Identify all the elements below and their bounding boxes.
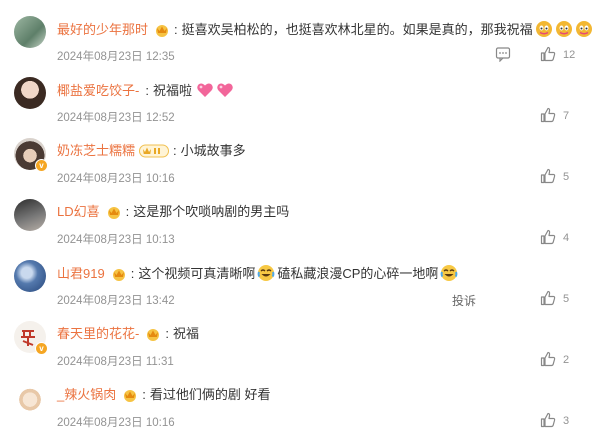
username[interactable]: 奶冻芝士糯糯 bbox=[57, 143, 135, 158]
crown-badge-icon bbox=[111, 267, 127, 286]
avatar[interactable] bbox=[14, 260, 46, 292]
username[interactable]: 春天里的花花- bbox=[57, 326, 139, 341]
comment-time: 2024年08月23日 13:42 bbox=[57, 295, 175, 307]
member-level-badge-icon bbox=[139, 144, 170, 163]
comment-time: 2024年08月23日 12:52 bbox=[57, 112, 175, 124]
username[interactable]: 山君919 bbox=[57, 266, 105, 281]
reply-icon[interactable] bbox=[495, 46, 511, 67]
comment-item: 最好的少年那时: 挺喜欢吴柏松的，也挺喜欢林北星的。如果是真的，那我祝福 2024… bbox=[0, 14, 600, 74]
laugh-cry-emoji-icon bbox=[257, 264, 275, 287]
comment-text-part: 这个视频可真清晰啊 bbox=[138, 266, 256, 281]
comment-time: 2024年08月23日 10:16 bbox=[57, 417, 175, 429]
laugh-cry-emoji-icon bbox=[440, 264, 458, 287]
like-count: 12 bbox=[563, 49, 576, 61]
like-count: 3 bbox=[563, 415, 570, 427]
avatar[interactable] bbox=[14, 382, 46, 414]
comment-text: 祝福 bbox=[172, 326, 199, 341]
avatar[interactable] bbox=[14, 16, 46, 48]
like-icon[interactable] bbox=[540, 290, 556, 311]
doge-emoji-icon bbox=[555, 20, 573, 43]
username[interactable]: 椰盐爱吃饺子- bbox=[57, 83, 139, 98]
like-icon[interactable] bbox=[540, 168, 556, 189]
comment-time: 2024年08月23日 10:16 bbox=[57, 173, 175, 185]
verified-badge-icon: v bbox=[35, 342, 48, 355]
like-icon[interactable] bbox=[540, 229, 556, 250]
heart-emoji-icon bbox=[216, 81, 234, 104]
comment-item: v 奶冻芝士糯糯: 小城故事多 2024年08月23日 10:16 5 bbox=[0, 136, 600, 196]
like-count: 5 bbox=[563, 171, 570, 183]
like-count: 7 bbox=[563, 110, 570, 122]
comment-time: 2024年08月23日 11:31 bbox=[57, 356, 174, 368]
like-count: 2 bbox=[563, 354, 570, 366]
crown-badge-icon bbox=[106, 205, 122, 224]
comment-text: 小城故事多 bbox=[180, 143, 246, 158]
like-count: 5 bbox=[563, 293, 570, 305]
comment-text: 祝福啦 bbox=[152, 83, 192, 98]
heart-emoji-icon bbox=[196, 81, 214, 104]
like-count: 4 bbox=[563, 232, 570, 244]
doge-emoji-icon bbox=[575, 20, 593, 43]
crown-badge-icon bbox=[154, 23, 170, 42]
comment-item: v 春天里的花花-: 祝福 2024年08月23日 11:31 2 bbox=[0, 319, 600, 379]
comment-item: LD幻喜: 这是那个吹唢呐剧的男主吗 2024年08月23日 10:13 4 bbox=[0, 197, 600, 257]
like-icon[interactable] bbox=[540, 107, 556, 128]
comment-text-part: 磕私藏浪漫CP的心碎一地啊 bbox=[277, 266, 439, 281]
avatar[interactable] bbox=[14, 77, 46, 109]
comment-item: _辣火锅肉: 看过他们俩的剧 好看 2024年08月23日 10:16 3 bbox=[0, 380, 600, 440]
comment-text: 这是那个吹唢呐剧的男主吗 bbox=[133, 204, 290, 219]
comment-item: 山君919: 这个视频可真清晰啊 磕私藏浪漫CP的心碎一地啊 2024年08月23日… bbox=[0, 258, 600, 318]
crown-badge-icon bbox=[145, 327, 161, 346]
comment-time: 2024年08月23日 12:35 bbox=[57, 51, 175, 63]
report-link[interactable]: 投诉 bbox=[452, 292, 476, 309]
like-icon[interactable] bbox=[540, 351, 556, 372]
avatar[interactable] bbox=[14, 199, 46, 231]
username[interactable]: LD幻喜 bbox=[57, 204, 100, 219]
comment-text: 挺喜欢吴柏松的，也挺喜欢林北星的。如果是真的，那我祝福 bbox=[181, 22, 533, 37]
username[interactable]: _辣火锅肉 bbox=[57, 387, 116, 402]
username[interactable]: 最好的少年那时 bbox=[57, 22, 148, 37]
comment-list: 最好的少年那时: 挺喜欢吴柏松的，也挺喜欢林北星的。如果是真的，那我祝福 2024… bbox=[0, 0, 600, 430]
comment-time: 2024年08月23日 10:13 bbox=[57, 234, 175, 246]
doge-emoji-icon bbox=[535, 20, 553, 43]
verified-badge-icon: v bbox=[35, 159, 48, 172]
crown-badge-icon bbox=[122, 388, 138, 407]
comment-text: 看过他们俩的剧 好看 bbox=[149, 387, 271, 402]
like-icon[interactable] bbox=[540, 46, 556, 67]
comment-item: 椰盐爱吃饺子-: 祝福啦 2024年08月23日 12:52 7 bbox=[0, 75, 600, 135]
